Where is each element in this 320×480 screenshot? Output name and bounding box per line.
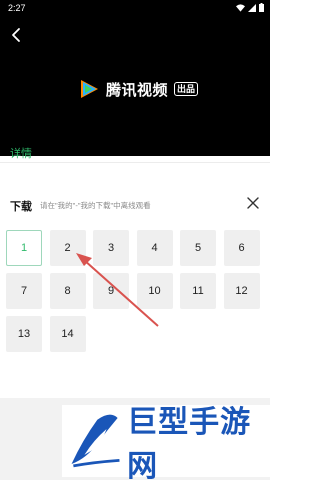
episode-button[interactable]: 5	[180, 230, 216, 266]
episode-button[interactable]: 3	[93, 230, 129, 266]
episode-button[interactable]: 11	[180, 273, 216, 309]
status-icons	[236, 3, 264, 12]
watermark: 巨型手游网	[62, 405, 270, 480]
brand-mark: 腾讯视频 出品	[78, 78, 199, 100]
signal-icon	[248, 3, 256, 12]
episode-button[interactable]: 2	[49, 230, 86, 266]
brand-name: 腾讯视频	[106, 81, 169, 99]
episode-button[interactable]: 9	[93, 273, 129, 309]
episode-button[interactable]: 10	[136, 273, 173, 309]
episode-button[interactable]: 8	[49, 273, 86, 309]
episode-button[interactable]: 1	[6, 230, 42, 266]
watermark-logo-icon	[71, 414, 120, 468]
close-icon[interactable]	[246, 196, 260, 210]
episode-button[interactable]: 14	[49, 316, 86, 352]
download-hint: 请在"我的"-"我的下载"中离线观看	[40, 201, 151, 210]
episode-grid: 1 2 3 4 5 6 7 8 9 10 11 12 13 14	[6, 230, 264, 352]
battery-icon	[259, 3, 264, 12]
episode-button[interactable]: 12	[223, 273, 260, 309]
episode-button[interactable]: 7	[6, 273, 42, 309]
brand-badge: 出品	[174, 82, 199, 96]
back-icon[interactable]	[8, 26, 26, 44]
episode-button[interactable]: 6	[223, 230, 260, 266]
wifi-icon	[236, 3, 245, 12]
video-player[interactable]: 腾讯视频 出品	[0, 16, 270, 156]
download-title: 下载	[10, 201, 32, 213]
divider	[0, 162, 270, 163]
tencent-video-logo-icon	[81, 80, 98, 98]
episode-button[interactable]: 13	[6, 316, 42, 352]
watermark-text: 巨型手游网	[127, 406, 252, 480]
status-time: 2:27	[8, 3, 26, 13]
status-bar: 2:27	[0, 0, 270, 16]
tab-details[interactable]: 详情	[10, 145, 32, 161]
episode-button[interactable]: 4	[136, 230, 173, 266]
